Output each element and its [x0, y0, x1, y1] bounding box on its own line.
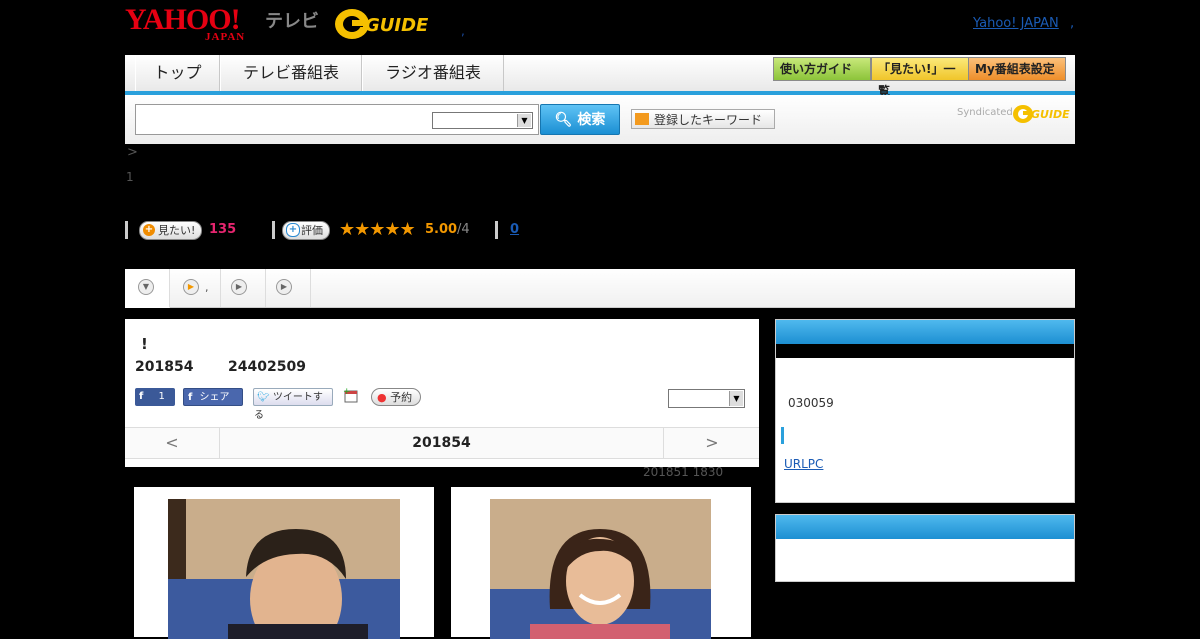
registered-keyword-label: 登録したキーワード: [654, 113, 763, 127]
svg-text:+: +: [343, 387, 351, 397]
header-separator: ,: [461, 24, 465, 38]
star-rating-icon: ★★★★★: [339, 219, 416, 240]
keyword-icon: [635, 113, 649, 125]
rate-label: 評価: [301, 224, 323, 237]
want-button[interactable]: + 見たい!: [139, 221, 203, 240]
rating-value: 5.00: [425, 222, 458, 237]
main-navbar: トップ テレビ番組表 ラジオ番組表 使い方ガイド 「見たい!」一覧 My番組表設…: [125, 55, 1075, 98]
page-number: 1: [126, 170, 134, 184]
search-icon: 🔍︎: [554, 112, 573, 128]
twitter-bird-icon: 🐦︎: [257, 392, 270, 403]
play-icon: ▶: [276, 279, 292, 295]
search-category-select[interactable]: ▼: [432, 112, 533, 129]
right-info-panel: 030059 URLPC: [775, 319, 1075, 503]
facebook-share-button[interactable]: f シェア: [183, 388, 243, 406]
reserve-button[interactable]: ● 予約: [371, 388, 421, 406]
url-pc-link[interactable]: URLPC: [784, 457, 823, 471]
registered-keyword-button[interactable]: 登録したキーワード: [631, 109, 775, 129]
tab-3[interactable]: ▶: [221, 269, 266, 307]
chevron-down-icon: ▼: [517, 114, 531, 127]
play-icon: ▶: [231, 279, 247, 295]
tab-1[interactable]: ▼: [125, 269, 170, 308]
reserve-label: 予約: [390, 391, 413, 404]
program-action-select[interactable]: ▼: [668, 389, 745, 408]
divider: [272, 221, 275, 239]
nav-tab-top[interactable]: トップ: [135, 55, 220, 91]
search-button[interactable]: 🔍︎ 検索: [540, 104, 620, 135]
want-label: 見たい!: [158, 224, 196, 237]
pager-next-button[interactable]: >: [663, 428, 760, 458]
facebook-like-button[interactable]: f 1: [135, 388, 175, 406]
tab-2-label: ,: [205, 281, 209, 294]
facebook-icon: f: [188, 392, 193, 403]
divider: [125, 221, 128, 239]
update-timestamp: 201851 1830: [643, 465, 724, 479]
detail-tabs: ▼ ▶ , ▶ ▶: [125, 269, 1075, 308]
plus-icon: +: [143, 224, 155, 236]
cast-photo-2-image: [490, 499, 711, 639]
header-separator-right: ,: [1070, 16, 1075, 31]
yahoo-logo-sub: JAPAN: [205, 31, 246, 43]
cast-card-2[interactable]: [451, 487, 751, 639]
comment-count-link[interactable]: 0: [510, 222, 519, 237]
syndicated-gguide-text: GUIDE: [1031, 108, 1070, 121]
my-schedule-settings-button[interactable]: My番組表設定: [968, 57, 1066, 81]
nav-tab-tv-schedule[interactable]: テレビ番組表: [220, 55, 362, 91]
want-count: 135: [209, 222, 237, 237]
gguide-logo-text: GUIDE: [365, 15, 429, 36]
program-date: 201854: [135, 359, 194, 375]
guide-button[interactable]: 使い方ガイド: [773, 57, 871, 81]
facebook-like-count: 1: [158, 391, 165, 402]
cast-photo-1-image: [168, 499, 400, 639]
facebook-icon: f: [139, 391, 144, 402]
syndicated-gguide-logo: GUIDE: [1013, 103, 1070, 125]
cast-photo-1: [168, 499, 400, 639]
yahoo-japan-logo[interactable]: YAHOO! JAPAN: [125, 5, 265, 44]
breadcrumb-arrow: >: [127, 145, 138, 160]
pager-date: 201854: [412, 435, 471, 451]
date-pager: < 201854 >: [125, 427, 759, 459]
section-marker: [781, 427, 784, 444]
syndicated-label: Syndicated: [957, 107, 1013, 118]
search-button-label: 検索: [577, 112, 606, 128]
tv-label: テレビ: [265, 11, 319, 32]
program-panel: ! 201854 24402509 f 1 f シェア 🐦︎ ツイートする + …: [125, 319, 759, 467]
tab-2[interactable]: ▶ ,: [170, 269, 221, 307]
calendar-add-icon[interactable]: +: [343, 387, 359, 403]
right-panel-header: [776, 320, 1074, 344]
search-bar: ▼ 🔍︎ 検索 登録したキーワード Syndicated GUIDE: [125, 95, 1075, 144]
cast-card-1[interactable]: [134, 487, 434, 639]
right-panel-2: [775, 514, 1075, 582]
program-title: !: [141, 335, 148, 353]
play-icon: ▶: [183, 279, 199, 295]
yahoo-japan-link[interactable]: Yahoo! JAPAN: [973, 16, 1059, 31]
plus-icon: +: [286, 223, 300, 237]
tab-4[interactable]: ▶: [266, 269, 311, 307]
rating-count: /4: [457, 222, 470, 237]
chevron-down-icon: ▼: [138, 279, 154, 295]
rate-button[interactable]: + 評価: [282, 221, 330, 240]
right-panel-number: 030059: [788, 396, 834, 410]
record-icon: ●: [377, 391, 387, 404]
nav-tab-radio-schedule[interactable]: ラジオ番組表: [362, 55, 504, 91]
divider: [495, 221, 498, 239]
gguide-logo[interactable]: GUIDE: [335, 7, 435, 41]
facebook-share-label: シェア: [199, 392, 230, 403]
chevron-down-icon: ▼: [729, 391, 743, 406]
program-id: 24402509: [228, 359, 306, 375]
cast-photo-2: [490, 499, 711, 639]
want-list-button[interactable]: 「見たい!」一覧: [871, 57, 969, 98]
pager-prev-button[interactable]: <: [125, 428, 220, 458]
tweet-button[interactable]: 🐦︎ ツイートする: [253, 388, 333, 421]
right-panel-2-header: [776, 515, 1074, 539]
right-panel-band: [776, 344, 1074, 358]
